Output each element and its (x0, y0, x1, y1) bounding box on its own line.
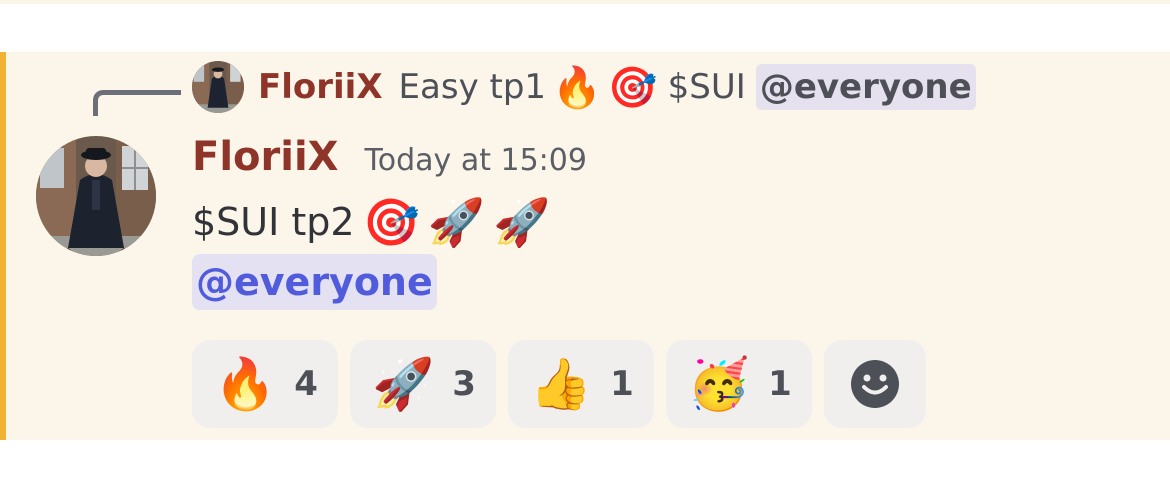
reply-mention[interactable]: @everyone (755, 64, 976, 110)
everyone-mention[interactable]: @everyone (192, 254, 437, 310)
fire-emoji-icon: 🔥 (552, 64, 602, 111)
author-avatar[interactable] (36, 136, 156, 256)
reply-avatar[interactable] (192, 61, 244, 113)
fire-emoji-icon: 🔥 (214, 355, 277, 413)
message-header: FloriiX Today at 15:09 (192, 134, 587, 184)
avatar-photo-icon (36, 136, 156, 256)
reply-preview[interactable]: FloriiX Easy tp1 🔥 🎯 $SUI @everyone (192, 58, 976, 116)
previous-message-edge (0, 0, 1170, 4)
rocket-emoji-icon: 🚀 (427, 194, 486, 249)
message-text: $SUI tp2 (192, 200, 355, 244)
reaction-count: 1 (610, 364, 634, 404)
reply-text: Easy tp1 (398, 67, 547, 107)
reactions-bar: 🔥 4 🚀 3 👍 1 🥳 1 (192, 340, 926, 428)
reply-spine (93, 90, 181, 116)
thumbs-up-emoji-icon: 👍 (529, 355, 593, 413)
rocket-emoji-icon: 🚀 (493, 194, 551, 249)
reaction-partying-face[interactable]: 🥳 1 (665, 340, 812, 428)
partying-face-emoji-icon: 🥳 (687, 355, 751, 413)
smiley-face-icon (850, 360, 899, 408)
mention-highlight-bar (0, 52, 6, 440)
reaction-rocket[interactable]: 🚀 3 (349, 340, 496, 428)
reaction-thumbs-up[interactable]: 👍 1 (507, 340, 654, 428)
reply-ticker: $SUI (667, 67, 746, 107)
author-name[interactable]: FloriiX (192, 134, 339, 180)
timestamp[interactable]: Today at 15:09 (365, 143, 587, 178)
reaction-fire[interactable]: 🔥 4 (192, 340, 338, 428)
reply-author-name[interactable]: FloriiX (258, 67, 383, 107)
reaction-count: 4 (294, 364, 318, 404)
reaction-count: 3 (452, 364, 476, 404)
avatar-photo-icon (192, 61, 244, 113)
add-reaction-button[interactable] (823, 340, 926, 428)
reaction-count: 1 (768, 364, 792, 404)
direct-hit-emoji-icon: 🎯 (362, 194, 420, 249)
direct-hit-emoji-icon: 🎯 (607, 64, 658, 111)
message-content: $SUI tp2 🎯 🚀 🚀 (192, 194, 550, 250)
rocket-emoji-icon: 🚀 (371, 355, 435, 413)
message-item[interactable]: FloriiX Easy tp1 🔥 🎯 $SUI @everyone Flor… (0, 52, 1170, 440)
